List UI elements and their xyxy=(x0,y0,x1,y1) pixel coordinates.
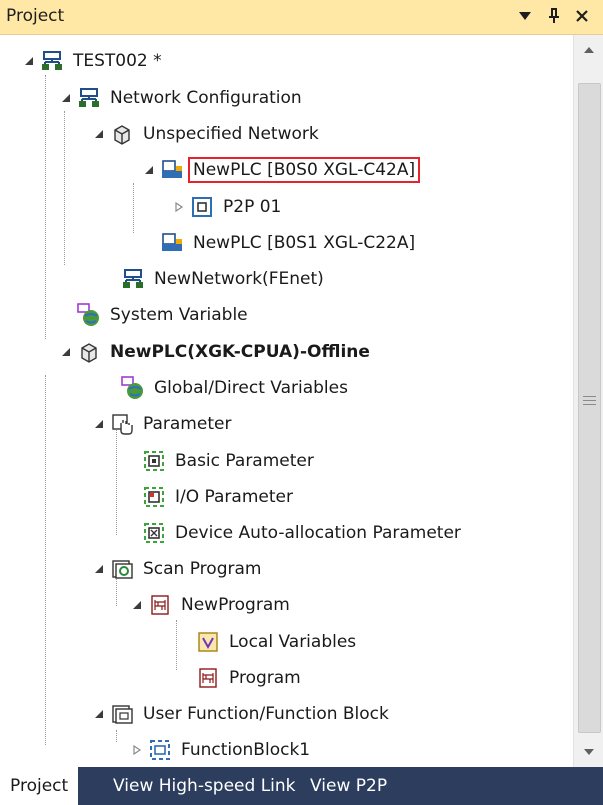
tab-project[interactable]: Project xyxy=(0,766,79,805)
tree-label: Program xyxy=(229,668,301,688)
tree-label: Parameter xyxy=(143,414,232,434)
collapse-arrow-icon[interactable] xyxy=(142,163,156,177)
tab-view-p2p[interactable]: View P2P xyxy=(300,767,397,805)
scrollbar-thumb[interactable] xyxy=(578,83,601,733)
tree-node-system-variable[interactable]: System Variable xyxy=(59,298,251,332)
tree-connector xyxy=(116,730,117,742)
pin-icon[interactable] xyxy=(543,5,565,27)
io-parameter-icon xyxy=(142,485,166,509)
tree-connector xyxy=(176,620,177,670)
tree-label: Device Auto-allocation Parameter xyxy=(175,523,461,543)
tree-label: I/O Parameter xyxy=(175,487,293,507)
collapse-arrow-icon[interactable] xyxy=(92,562,106,576)
plc-module-icon xyxy=(160,231,184,255)
bottom-tab-bar: Project View High-speed Link View P2P xyxy=(0,766,603,805)
plc-cube-icon xyxy=(77,340,101,364)
tree-node-plc-offline[interactable]: NewPLC(XGK-CPUA)-Offline xyxy=(59,335,373,369)
basic-parameter-icon xyxy=(142,449,166,473)
program-ladder-icon xyxy=(196,666,220,690)
tree-node-newnetwork[interactable]: NewNetwork(FEnet) xyxy=(103,262,327,296)
collapse-arrow-icon[interactable] xyxy=(92,127,106,141)
collapse-arrow-icon[interactable] xyxy=(59,345,73,359)
program-ladder-icon xyxy=(148,593,172,617)
tree-label: NewNetwork(FEnet) xyxy=(154,269,324,289)
parameter-hand-icon xyxy=(110,412,134,436)
tree-node-unspecified-network[interactable]: Unspecified Network xyxy=(92,117,322,151)
tree-label: NewPLC [B0S1 XGL-C22A] xyxy=(193,233,416,253)
collapse-arrow-icon[interactable] xyxy=(92,417,106,431)
tree-label: Network Configuration xyxy=(110,88,302,108)
tree-node-basic-parameter[interactable]: Basic Parameter xyxy=(142,444,317,478)
p2p-icon xyxy=(190,195,214,219)
tree-node-local-variables[interactable]: Local Variables xyxy=(196,625,359,659)
tree-node-device-auto-allocation[interactable]: Device Auto-allocation Parameter xyxy=(142,516,464,550)
tree-connector xyxy=(64,111,65,265)
tree-node-p2p01[interactable]: P2P 01 xyxy=(172,190,284,224)
tree-label: TEST002 * xyxy=(73,51,162,71)
tab-view-high-speed-link[interactable]: View High-speed Link xyxy=(103,767,306,805)
tree-node-global-direct-variables[interactable]: Global/Direct Variables xyxy=(103,371,351,405)
grip-icon xyxy=(583,396,596,408)
tree-connector xyxy=(45,75,46,339)
collapse-arrow-icon[interactable] xyxy=(92,707,106,721)
tree-connector xyxy=(45,375,46,745)
tree-label: FunctionBlock1 xyxy=(181,740,311,760)
dropdown-icon[interactable] xyxy=(514,5,536,27)
panel-title: Project xyxy=(6,6,65,26)
tree-node-io-parameter[interactable]: I/O Parameter xyxy=(142,480,296,514)
tree-label: Scan Program xyxy=(143,559,262,579)
tree-connector xyxy=(133,183,134,233)
tree-label: System Variable xyxy=(110,305,248,325)
tree-node-user-function-block[interactable]: User Function/Function Block xyxy=(92,697,392,731)
tree-connector xyxy=(116,425,117,535)
tree-label: Local Variables xyxy=(229,632,357,652)
collapse-arrow-icon[interactable] xyxy=(130,598,144,612)
tree-label: NewProgram xyxy=(181,595,290,615)
tree-node-root[interactable]: TEST002 * xyxy=(22,44,165,78)
tree-label-selected: NewPLC [B0S0 XGL-C42A] xyxy=(187,157,421,183)
plc-module-icon xyxy=(160,158,184,182)
function-block-icon xyxy=(148,738,172,762)
tree-node-network-configuration[interactable]: Network Configuration xyxy=(59,81,305,115)
collapse-arrow-icon[interactable] xyxy=(22,54,36,68)
scan-program-icon xyxy=(110,557,134,581)
variable-globe-icon xyxy=(121,376,145,400)
tree-node-newplc-b0s0[interactable]: NewPLC [B0S0 XGL-C42A] xyxy=(142,153,421,187)
collapse-arrow-icon[interactable] xyxy=(59,91,73,105)
tree-node-scan-program[interactable]: Scan Program xyxy=(92,552,264,586)
tree-node-function-block1[interactable]: FunctionBlock1 xyxy=(130,733,313,767)
close-icon[interactable] xyxy=(571,5,593,27)
function-block-folder-icon xyxy=(110,702,134,726)
tree-label: Global/Direct Variables xyxy=(154,378,348,398)
tree-node-program[interactable]: Program xyxy=(196,661,304,695)
network-icon xyxy=(40,49,64,73)
tree-node-new-program[interactable]: NewProgram xyxy=(130,588,293,622)
scroll-up-arrow-icon[interactable] xyxy=(574,35,603,65)
tree-label: Basic Parameter xyxy=(175,451,314,471)
local-variables-icon xyxy=(196,630,220,654)
network-icon xyxy=(121,267,145,291)
variable-globe-icon xyxy=(77,303,101,327)
project-tree: TEST002 * Network Configuration Unspecif… xyxy=(0,35,573,767)
vertical-scrollbar[interactable] xyxy=(573,35,603,767)
device-parameter-icon xyxy=(142,521,166,545)
network-icon xyxy=(77,86,101,110)
expand-arrow-icon[interactable] xyxy=(130,743,144,757)
panel-titlebar: Project xyxy=(0,0,603,35)
tree-label: Unspecified Network xyxy=(143,124,319,144)
tree-label: NewPLC(XGK-CPUA)-Offline xyxy=(110,342,370,362)
tree-label: User Function/Function Block xyxy=(143,704,389,724)
plc-cube-icon xyxy=(110,122,134,146)
tree-node-parameter[interactable]: Parameter xyxy=(92,407,234,441)
expand-arrow-icon[interactable] xyxy=(172,200,186,214)
tree-label: P2P 01 xyxy=(223,197,282,217)
scroll-down-arrow-icon[interactable] xyxy=(574,737,603,767)
tree-node-newplc-b0s1[interactable]: NewPLC [B0S1 XGL-C22A] xyxy=(142,226,418,260)
